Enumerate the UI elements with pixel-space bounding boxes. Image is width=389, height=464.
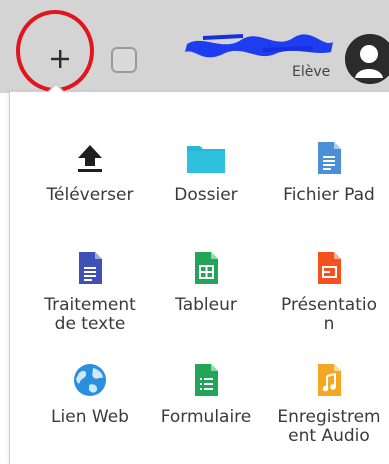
- plus-icon: [51, 50, 69, 68]
- globe-icon: [70, 360, 110, 400]
- menu-caret: [48, 85, 64, 93]
- user-avatar[interactable]: [345, 34, 389, 84]
- menu-item-audio[interactable]: Enregistrem ent Audio: [269, 360, 389, 446]
- menu-item-pad[interactable]: Fichier Pad: [269, 138, 389, 205]
- text-document-icon: [70, 248, 110, 288]
- menu-item-label: Tableur: [175, 295, 237, 315]
- form-icon: [186, 360, 226, 400]
- upload-icon: [70, 138, 110, 178]
- add-button[interactable]: [40, 44, 80, 74]
- person-icon: [345, 34, 389, 84]
- menu-item-label: Lien Web: [51, 407, 129, 427]
- redacted-username: [185, 34, 333, 58]
- menu-item-spreadsheet[interactable]: Tableur: [146, 248, 266, 315]
- menu-item-text-document[interactable]: Traitement de texte: [30, 248, 150, 334]
- menu-item-label: Dossier: [174, 185, 238, 205]
- menu-item-label: Fichier Pad: [283, 185, 375, 205]
- user-role: Elève: [292, 64, 331, 80]
- menu-item-web-link[interactable]: Lien Web: [30, 360, 150, 427]
- presentation-icon: [309, 248, 349, 288]
- menu-item-label: Téléverser: [46, 185, 134, 205]
- select-toggle-button[interactable]: [111, 47, 137, 73]
- pad-file-icon: [309, 138, 349, 178]
- folder-icon: [186, 138, 226, 178]
- menu-item-folder[interactable]: Dossier: [146, 138, 266, 205]
- menu-item-label: Présentatio n: [281, 295, 377, 334]
- menu-item-presentation[interactable]: Présentatio n: [269, 248, 389, 334]
- menu-item-form[interactable]: Formulaire: [146, 360, 266, 427]
- menu-item-label: Enregistrem ent Audio: [277, 407, 381, 446]
- menu-item-label: Formulaire: [160, 407, 252, 427]
- menu-item-upload[interactable]: Téléverser: [30, 138, 150, 205]
- audio-icon: [309, 360, 349, 400]
- menu-item-label: Traitement de texte: [44, 295, 136, 334]
- spreadsheet-icon: [186, 248, 226, 288]
